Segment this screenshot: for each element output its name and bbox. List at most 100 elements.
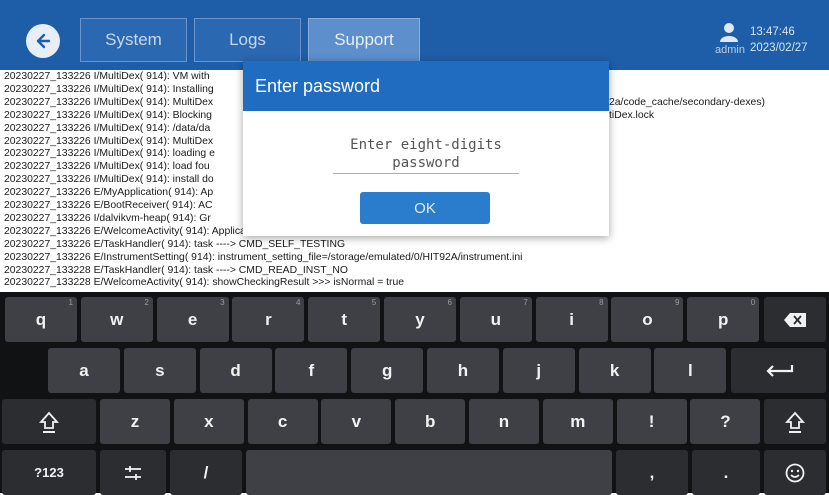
key-label: r	[265, 309, 272, 329]
key-k[interactable]: k	[578, 348, 651, 393]
shift-icon	[785, 411, 805, 433]
enter-icon	[765, 364, 793, 377]
key-e[interactable]: e3	[156, 297, 229, 342]
log-line: 20230227_133226 I/MultiDex( 914): MultiD…	[4, 135, 214, 147]
key-label: e	[187, 309, 198, 329]
key-question[interactable]: ?	[690, 399, 761, 444]
log-line: 20230227_133226 E/TaskHandler( 914): tas…	[4, 238, 346, 250]
key-d[interactable]: d	[199, 348, 272, 393]
key-hint: 8	[599, 298, 604, 307]
password-dialog: Enter password Enter eight-digits passwo…	[243, 61, 609, 236]
key-p[interactable]: p0	[687, 297, 760, 342]
key-h[interactable]: h	[427, 348, 499, 393]
key-exclamation[interactable]: !	[616, 399, 687, 444]
key-s[interactable]: s	[123, 348, 196, 393]
key-x[interactable]: x	[173, 399, 244, 444]
user-name: admin	[715, 44, 745, 56]
shift-key-right[interactable]	[764, 399, 826, 444]
key-label: p	[717, 309, 729, 329]
log-line-tail: tiDex.lock	[609, 109, 655, 121]
symbols-key[interactable]: ?123	[2, 450, 96, 495]
key-label: y	[415, 309, 425, 329]
backspace-icon	[784, 312, 806, 327]
key-hint: 5	[371, 298, 377, 307]
key-o[interactable]: o9	[611, 297, 684, 342]
key-r[interactable]: r4	[232, 297, 305, 342]
clock: 13:47:46 2023/02/27	[750, 24, 808, 56]
key-u[interactable]: u7	[459, 297, 532, 342]
key-hint: 1	[68, 298, 73, 307]
log-line: 20230227_133226 I/MultiDex( 914): /data/…	[4, 122, 211, 134]
key-label: i	[569, 309, 574, 329]
key-l[interactable]: l	[654, 348, 727, 393]
keyboard-settings-key[interactable]	[100, 450, 166, 495]
shift-icon	[39, 411, 59, 433]
back-arrow-icon	[36, 33, 51, 49]
password-input[interactable]: Enter eight-digits password	[333, 136, 519, 172]
emoji-icon	[785, 463, 805, 482]
emoji-key[interactable]	[764, 450, 826, 495]
backspace-key[interactable]	[764, 297, 826, 342]
period-key[interactable]: .	[692, 450, 760, 495]
key-label: w	[110, 309, 124, 329]
log-line-tail: 2a/code_cache/secondary-dexes)	[609, 96, 765, 108]
comma-key[interactable]: ,	[616, 450, 688, 495]
top-bar: System Logs Support admin 13:47:46 2023/…	[0, 0, 829, 70]
spacebar-key[interactable]	[246, 450, 612, 495]
key-z[interactable]: z	[100, 399, 170, 444]
dialog-title: Enter password	[243, 61, 609, 111]
key-g[interactable]: g	[351, 348, 424, 393]
log-line: 20230227_133226 I/MultiDex( 914): load f…	[4, 161, 210, 173]
key-a[interactable]: a	[48, 348, 120, 393]
time: 13:47:46	[750, 26, 795, 38]
log-line: 20230227_133226 I/MultiDex( 914): VM wit…	[4, 71, 210, 82]
log-line: 20230227_133228 E/TaskHandler( 914): tas…	[4, 264, 348, 276]
key-j[interactable]: j	[502, 348, 575, 393]
enter-key[interactable]	[731, 348, 826, 393]
key-t[interactable]: t5	[308, 297, 381, 342]
tab-system[interactable]: System	[80, 18, 187, 62]
key-v[interactable]: v	[321, 399, 392, 444]
tab-logs[interactable]: Logs	[194, 18, 301, 62]
log-line: 20230227_133226 E/BootReceiver( 914): AC	[4, 200, 213, 211]
key-hint: 9	[674, 298, 680, 307]
key-y[interactable]: y6	[384, 297, 456, 342]
log-line: 20230227_133226 E/MyApplication( 914): A…	[4, 187, 214, 199]
log-line: 20230227_133226 I/MultiDex( 914): MultiD…	[4, 96, 214, 108]
key-i[interactable]: i8	[535, 297, 608, 342]
key-hint: 2	[144, 298, 149, 307]
log-line: 20230227_133226 I/MultiDex( 914): Instal…	[4, 83, 214, 95]
user-icon	[720, 23, 738, 42]
password-underline	[333, 173, 519, 174]
on-screen-keyboard: q1w2e3r4t5y6u7i8o9p0 asdfghjkl z x c v b n m!?…	[0, 292, 829, 495]
key-f[interactable]: f	[275, 348, 348, 393]
key-label: q	[35, 309, 47, 329]
keyboard-settings-icon	[125, 465, 141, 480]
key-m[interactable]: m	[542, 399, 613, 444]
key-hint: 0	[750, 298, 756, 307]
slash-key[interactable]: /	[170, 450, 242, 495]
log-line: 20230227_133228 E/WelcomeActivity( 914):…	[4, 277, 405, 289]
date: 2023/02/27	[750, 42, 808, 54]
key-b[interactable]: b	[395, 399, 466, 444]
log-line: 20230227_133226 E/InstrumentSetting( 914…	[4, 251, 523, 263]
key-label: u	[490, 309, 501, 329]
ok-button[interactable]: OK	[360, 192, 490, 224]
log-line: 20230227_133226 I/MultiDex( 914): loadin…	[4, 148, 215, 160]
key-c[interactable]: c	[247, 399, 318, 444]
back-button[interactable]	[26, 24, 60, 58]
log-line: 20230227_133226 I/dalvikvm-heap( 914): G…	[4, 212, 211, 224]
key-hint: 6	[447, 298, 452, 307]
key-q[interactable]: q1	[5, 297, 77, 342]
key-hint: 3	[220, 298, 225, 307]
key-w[interactable]: w2	[80, 297, 153, 342]
key-hint: 4	[295, 298, 301, 307]
key-n[interactable]: n	[469, 399, 539, 444]
key-hint: 7	[523, 298, 528, 307]
log-line: 20230227_133226 I/MultiDex( 914): instal…	[4, 174, 214, 186]
key-label: o	[642, 309, 653, 329]
tab-support[interactable]: Support	[308, 18, 420, 62]
shift-key-left[interactable]	[2, 399, 96, 444]
key-label: t	[341, 309, 348, 329]
log-line: 20230227_133226 I/MultiDex( 914): Blocki…	[4, 109, 212, 121]
